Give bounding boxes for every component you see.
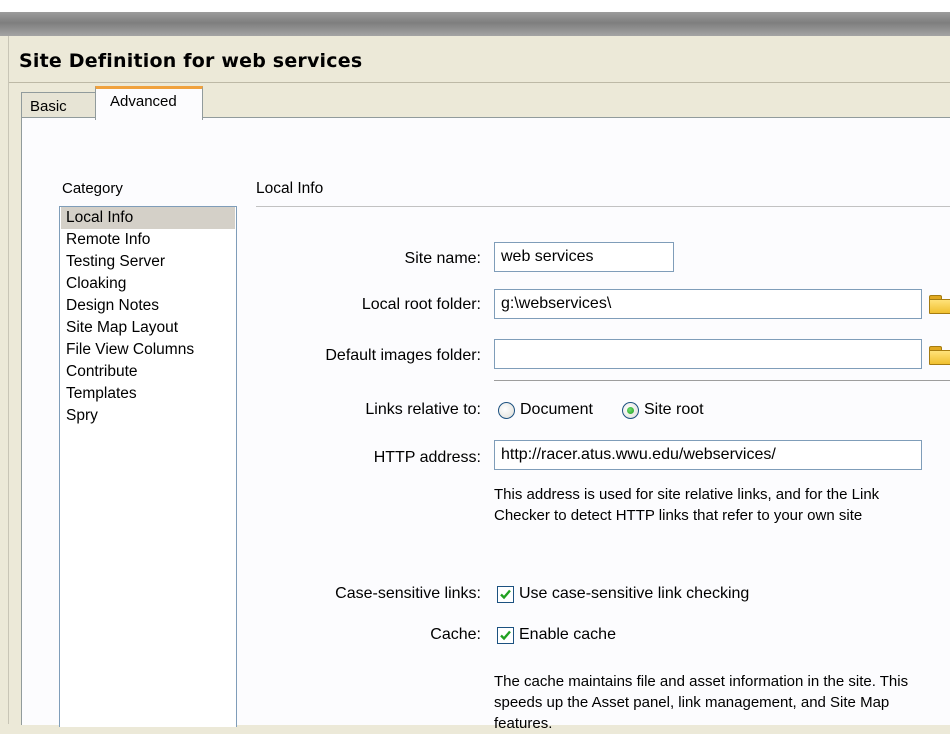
- folder-icon: [929, 350, 950, 365]
- radio-site-root-label[interactable]: Site root: [644, 401, 704, 419]
- folder-icon: [929, 299, 950, 314]
- enable-cache-checkbox[interactable]: [497, 627, 514, 644]
- category-item-testing-server[interactable]: Testing Server: [61, 251, 235, 273]
- http-address-label: HTTP address:: [373, 449, 481, 466]
- local-root-folder-icon[interactable]: [929, 295, 950, 314]
- field-separator: [494, 380, 950, 381]
- enable-cache-checkbox-label[interactable]: Enable cache: [519, 626, 616, 644]
- local-root-folder-label: Local root folder:: [361, 296, 481, 313]
- title-divider: [9, 82, 950, 83]
- cache-label: Cache:: [430, 626, 481, 643]
- section-divider: [256, 206, 950, 207]
- category-item-file-view-columns[interactable]: File View Columns: [61, 339, 235, 361]
- site-definition-dialog: Site Definition for web services Basic A…: [8, 36, 950, 732]
- category-item-contribute[interactable]: Contribute: [61, 361, 235, 383]
- checkmark-icon: [500, 630, 511, 641]
- site-name-input[interactable]: web services: [494, 242, 674, 272]
- category-item-design-notes[interactable]: Design Notes: [61, 295, 235, 317]
- site-name-label: Site name:: [404, 250, 481, 267]
- category-list[interactable]: Local Info Remote Info Testing Server Cl…: [59, 206, 237, 727]
- default-images-folder-label: Default images folder:: [325, 347, 481, 364]
- window-title-bar: [0, 12, 950, 36]
- category-heading: Category: [62, 180, 123, 197]
- category-item-spry[interactable]: Spry: [61, 405, 235, 427]
- http-address-note: This address is used for site relative l…: [494, 486, 880, 524]
- case-sensitive-checkbox[interactable]: [497, 586, 514, 603]
- default-images-folder-icon[interactable]: [929, 346, 950, 365]
- radio-selected-dot: [627, 407, 634, 414]
- radio-document[interactable]: [498, 402, 515, 419]
- case-sensitive-checkbox-label[interactable]: Use case-sensitive link checking: [519, 585, 749, 603]
- category-item-remote-info[interactable]: Remote Info: [61, 229, 235, 251]
- checkmark-icon: [500, 589, 511, 600]
- dialog-title: Site Definition for web services: [19, 50, 363, 72]
- advanced-panel: Category Local Info Remote Info Testing …: [21, 117, 950, 732]
- tab-basic[interactable]: Basic: [21, 92, 97, 118]
- category-item-cloaking[interactable]: Cloaking: [61, 273, 235, 295]
- http-address-input[interactable]: http://racer.atus.wwu.edu/webservices/: [494, 440, 922, 470]
- section-title: Local Info: [256, 180, 324, 197]
- radio-document-label[interactable]: Document: [520, 401, 593, 419]
- local-root-folder-input[interactable]: g:\webservices\: [494, 289, 922, 319]
- tab-advanced[interactable]: Advanced: [95, 86, 203, 120]
- links-relative-label: Links relative to:: [365, 401, 481, 418]
- category-item-local-info[interactable]: Local Info: [61, 207, 235, 229]
- radio-site-root[interactable]: [622, 402, 639, 419]
- cache-note: The cache maintains file and asset infor…: [494, 673, 909, 732]
- case-sensitive-label: Case-sensitive links:: [335, 585, 481, 602]
- window-top-edge: [0, 0, 950, 12]
- category-item-site-map-layout[interactable]: Site Map Layout: [61, 317, 235, 339]
- category-item-templates[interactable]: Templates: [61, 383, 235, 405]
- default-images-folder-input[interactable]: [494, 339, 922, 369]
